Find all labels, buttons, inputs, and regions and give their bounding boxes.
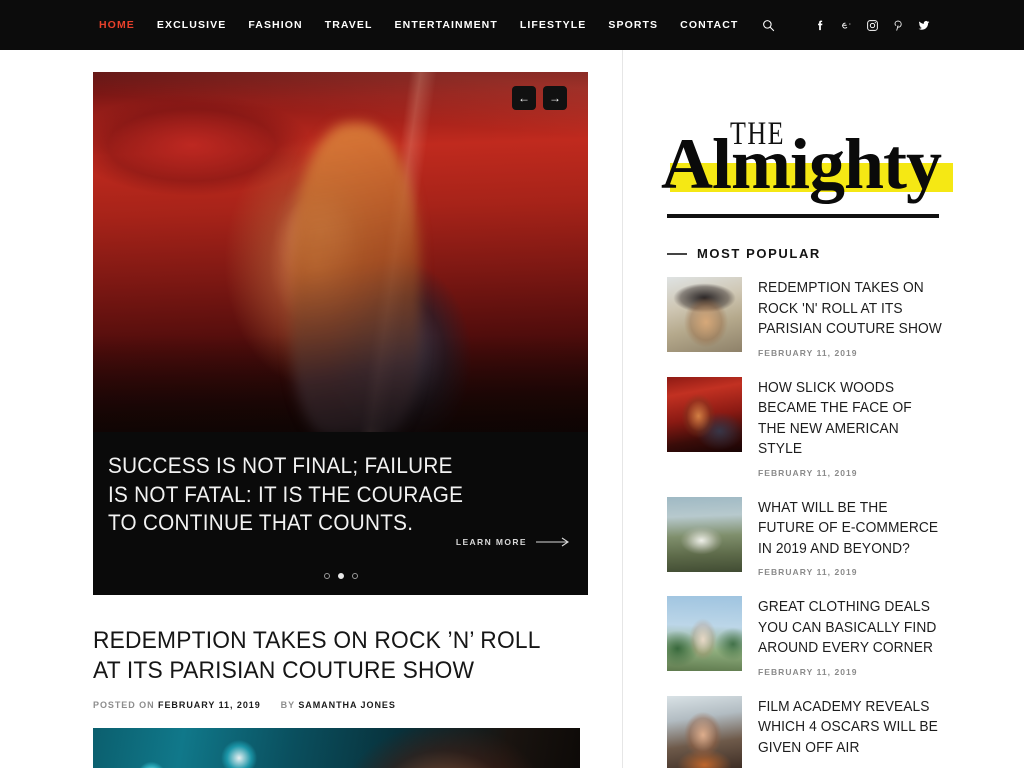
learn-more-button[interactable]: LEARN MORE <box>456 537 570 547</box>
list-item[interactable]: WHAT WILL BE THE FUTURE OF E-COMMERCE IN… <box>667 496 952 577</box>
list-item[interactable]: FILM ACADEMY REVEALS WHICH 4 OSCARS WILL… <box>667 695 952 768</box>
section-title: MOST POPULAR <box>697 246 821 261</box>
posted-on-label: POSTED ON <box>93 700 155 710</box>
list-item-date: FEBRUARY 11, 2019 <box>758 347 858 358</box>
list-item-title: REDEMPTION TAKES ON ROCK 'N' ROLL AT ITS… <box>758 280 942 337</box>
social-links <box>813 0 931 50</box>
by-label: BY <box>280 700 295 710</box>
logo-divider-rule <box>667 214 939 218</box>
most-popular-header: MOST POPULAR <box>667 246 1024 261</box>
search-icon[interactable] <box>758 15 778 35</box>
sidebar: Almighty THE MOST POPULAR REDEMPTION TAK… <box>622 50 1024 768</box>
slider-next-arrow-icon[interactable]: → <box>543 86 567 110</box>
site-logo[interactable]: Almighty THE <box>661 108 991 206</box>
hero-slide-image <box>93 72 588 437</box>
article-date: FEBRUARY 11, 2019 <box>158 700 261 710</box>
featured-article: REDEMPTION TAKES ON ROCK ’N’ ROLL AT ITS… <box>93 626 588 768</box>
nav-item-exclusive[interactable]: EXCLUSIVE <box>146 19 237 31</box>
list-item[interactable]: REDEMPTION TAKES ON ROCK 'N' ROLL AT ITS… <box>667 277 952 358</box>
thumbnail-image <box>667 376 742 452</box>
instagram-icon[interactable] <box>865 18 879 32</box>
article-author[interactable]: SAMANTHA JONES <box>298 700 395 710</box>
logo-the-text: THE <box>730 115 786 152</box>
nav-item-sports[interactable]: SPORTS <box>597 19 669 31</box>
thumbnail-image <box>667 695 742 768</box>
hero-slider-dots <box>93 573 588 579</box>
list-item-date: FEBRUARY 11, 2019 <box>758 666 858 677</box>
thumbnail-image <box>667 596 742 671</box>
nav-item-travel[interactable]: TRAVEL <box>314 19 384 31</box>
list-item[interactable]: HOW SLICK WOODS BECAME THE FACE OF THE N… <box>667 376 952 478</box>
nav-item-contact[interactable]: CONTACT <box>669 19 749 31</box>
nav-item-fashion[interactable]: FASHION <box>237 19 313 31</box>
thumbnail-image <box>667 496 742 572</box>
hero-caption: SUCCESS IS NOT FINAL; FAILURE IS NOT FAT… <box>93 432 588 595</box>
logo-name-text: Almighty <box>661 124 942 204</box>
list-item-title: FILM ACADEMY REVEALS WHICH 4 OSCARS WILL… <box>758 698 938 756</box>
learn-more-label: LEARN MORE <box>455 537 527 547</box>
nav-item-lifestyle[interactable]: LIFESTYLE <box>509 19 598 31</box>
hero-slider[interactable]: ← → SUCCESS IS NOT FINAL; FAILURE IS NOT… <box>93 72 588 595</box>
most-popular-list: REDEMPTION TAKES ON ROCK 'N' ROLL AT ITS… <box>667 277 952 768</box>
list-item-title: WHAT WILL BE THE FUTURE OF E-COMMERCE IN… <box>758 499 939 557</box>
nav-item-entertainment[interactable]: ENTERTAINMENT <box>384 19 509 31</box>
arrow-right-icon <box>536 537 569 547</box>
nav-item-home[interactable]: HOME <box>88 19 146 31</box>
top-navigation-bar: HOME EXCLUSIVE FASHION TRAVEL ENTERTAINM… <box>0 0 1024 50</box>
section-dash-icon <box>667 252 687 255</box>
article-image <box>93 728 580 768</box>
article-title[interactable]: REDEMPTION TAKES ON ROCK ’N’ ROLL AT ITS… <box>93 626 553 686</box>
hero-slider-controls: ← → <box>512 86 567 110</box>
slider-prev-arrow-icon[interactable]: ← <box>512 86 536 110</box>
slider-dot-2[interactable] <box>337 573 344 579</box>
pinterest-icon[interactable] <box>891 18 905 32</box>
article-meta: POSTED ON FEBRUARY 11, 2019 BY SAMANTHA … <box>93 700 588 710</box>
list-item-date: FEBRUARY 11, 2019 <box>758 567 858 577</box>
page-body: ← → SUCCESS IS NOT FINAL; FAILURE IS NOT… <box>0 50 1024 768</box>
twitter-icon[interactable] <box>917 18 931 32</box>
list-item-date: FEBRUARY 11, 2019 <box>758 467 858 478</box>
google-plus-icon[interactable] <box>839 18 853 32</box>
slider-dot-1[interactable] <box>323 573 330 579</box>
main-nav: HOME EXCLUSIVE FASHION TRAVEL ENTERTAINM… <box>88 15 778 35</box>
facebook-icon[interactable] <box>813 18 827 32</box>
hero-title: SUCCESS IS NOT FINAL; FAILURE IS NOT FAT… <box>108 453 464 535</box>
list-item-title: GREAT CLOTHING DEALS YOU CAN BASICALLY F… <box>758 599 937 656</box>
list-item-title: HOW SLICK WOODS BECAME THE FACE OF THE N… <box>758 379 912 458</box>
main-content-column: ← → SUCCESS IS NOT FINAL; FAILURE IS NOT… <box>0 50 622 768</box>
slider-dot-3[interactable] <box>351 573 358 579</box>
thumbnail-image <box>667 277 742 352</box>
list-item[interactable]: GREAT CLOTHING DEALS YOU CAN BASICALLY F… <box>667 596 952 677</box>
